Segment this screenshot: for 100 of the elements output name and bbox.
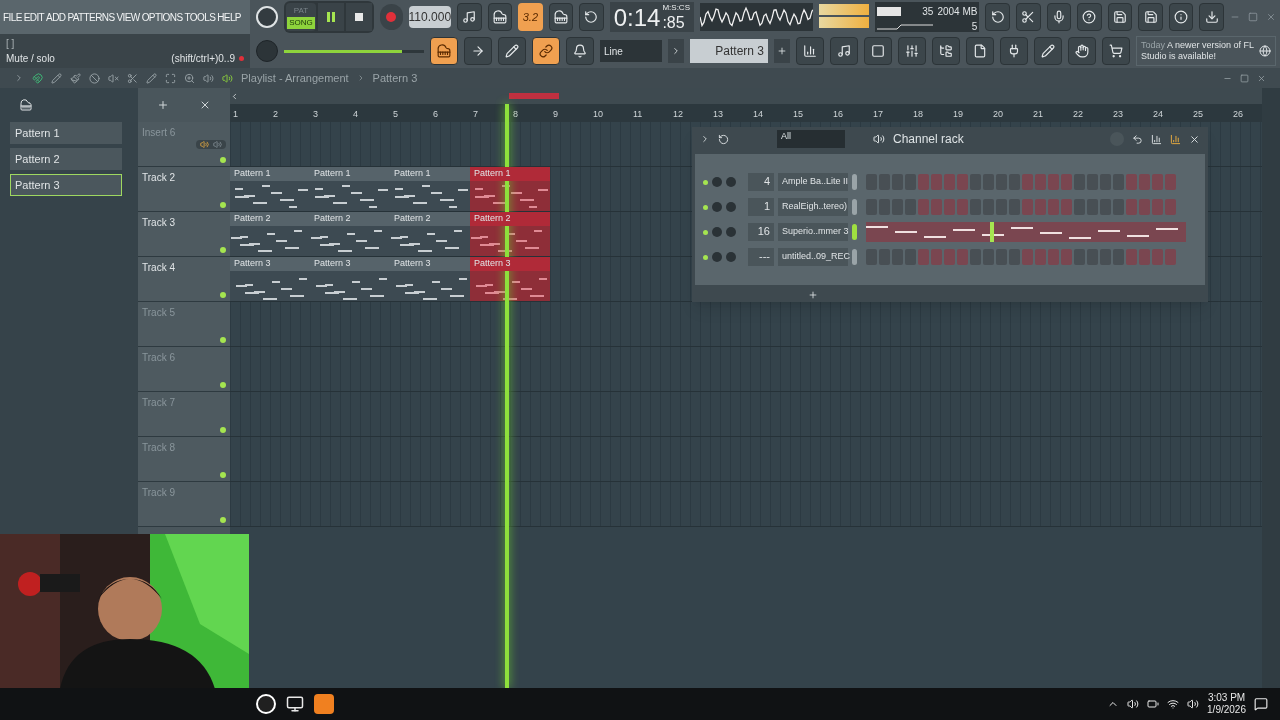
menu-item[interactable]: TOOLS (184, 9, 216, 25)
channel-button[interactable]: RealEigh..tereo) (778, 198, 848, 216)
pattern-clip[interactable]: Pattern 3 (310, 257, 390, 301)
network-icon[interactable] (1167, 698, 1180, 710)
stop-button[interactable] (346, 3, 372, 31)
pitch-knob-icon[interactable] (256, 40, 278, 62)
menu-item[interactable]: EDIT (23, 9, 45, 25)
pattern-clip[interactable]: Pattern 1 (310, 167, 390, 211)
menu-item[interactable]: HELP (217, 9, 241, 25)
close-icon[interactable] (1257, 73, 1266, 83)
hand-button[interactable] (1068, 37, 1096, 65)
pattern-clip[interactable]: Pattern 1 (470, 167, 550, 211)
track-led-icon[interactable] (220, 202, 226, 208)
channel-led-icon[interactable] (703, 179, 708, 185)
notification-icon[interactable] (1254, 697, 1268, 711)
pattern-clip[interactable]: Pattern 3 (390, 257, 470, 301)
channel-select-indicator[interactable] (852, 249, 857, 265)
pattern-item[interactable]: Pattern 3 (10, 174, 122, 196)
volume-knob-icon[interactable] (726, 202, 736, 212)
track-led-icon[interactable] (220, 517, 226, 523)
pan-knob-icon[interactable] (712, 227, 722, 237)
close-icon[interactable] (1189, 133, 1200, 145)
tempo-field[interactable]: 110.000 (408, 6, 452, 28)
typing-keyboard-button[interactable] (430, 37, 458, 65)
pattern-clip[interactable]: Pattern 1 (230, 167, 310, 211)
cart-button[interactable] (1102, 37, 1130, 65)
microphone-button[interactable] (1046, 3, 1072, 31)
browser-button[interactable] (932, 37, 960, 65)
globe-icon[interactable] (1259, 45, 1271, 57)
add-track-icon[interactable] (157, 99, 169, 111)
pattern-clip[interactable]: Pattern 3 (470, 257, 550, 301)
add-channel-icon[interactable] (808, 290, 818, 300)
scrollbar[interactable] (1262, 88, 1280, 688)
pattern-clip[interactable]: Pattern 2 (470, 212, 550, 256)
pattern-song-toggle[interactable]: PAT SONG (286, 3, 316, 31)
menu-item[interactable]: PATTERNS (67, 9, 115, 25)
mixer-track-field[interactable]: 4 (748, 173, 774, 191)
track-header[interactable]: Track 2 (138, 167, 230, 212)
track-led-icon[interactable] (220, 337, 226, 343)
pan-knob-icon[interactable] (712, 252, 722, 262)
paint-icon[interactable] (70, 72, 81, 84)
zoom-icon[interactable] (184, 72, 195, 84)
slice-icon[interactable] (127, 72, 138, 84)
playlist-button[interactable] (796, 37, 824, 65)
arrow-button[interactable] (464, 37, 492, 65)
track-led-icon[interactable] (220, 427, 226, 433)
undo-button[interactable] (985, 3, 1010, 31)
download-button[interactable] (1199, 3, 1225, 31)
info-button[interactable] (1168, 3, 1194, 31)
track-header[interactable]: Track 3 (138, 212, 230, 257)
help-button[interactable] (1077, 3, 1102, 31)
mixer-track-field[interactable]: 16 (748, 223, 774, 241)
channel-button[interactable]: Ample Ba..Lite II (778, 173, 848, 191)
delete-icon[interactable] (89, 72, 100, 84)
channel-select-indicator[interactable] (852, 224, 857, 240)
channel-led-icon[interactable] (703, 254, 708, 260)
track-header[interactable]: Track 4 (138, 257, 230, 302)
undo-icon[interactable] (1132, 133, 1143, 145)
loop-record-button[interactable] (579, 3, 604, 31)
link-button[interactable] (532, 37, 560, 65)
pattern-clip[interactable]: Pattern 2 (230, 212, 310, 256)
pattern-clip[interactable]: Pattern 1 (390, 167, 470, 211)
mixer-track-field[interactable]: --- (748, 248, 774, 266)
play-pattern-button[interactable] (668, 39, 684, 63)
maximize-icon[interactable] (1240, 73, 1249, 83)
channel-rack-button[interactable] (864, 37, 892, 65)
volume-knob-icon[interactable] (726, 177, 736, 187)
mixer-track-field[interactable]: 1 (748, 198, 774, 216)
record-button[interactable] (380, 4, 403, 30)
battery-icon[interactable] (1147, 698, 1160, 710)
plugin-button[interactable] (1000, 37, 1028, 65)
track-led-icon[interactable] (220, 472, 226, 478)
channel-button[interactable]: Superio..mmer 3 (778, 223, 848, 241)
bell-button[interactable] (566, 37, 594, 65)
add-pattern-button[interactable] (774, 39, 790, 63)
channel-led-icon[interactable] (703, 204, 708, 210)
pattern-item[interactable]: Pattern 1 (10, 122, 122, 144)
menu-item[interactable]: ADD (46, 9, 66, 25)
knob-icon[interactable] (256, 6, 278, 28)
pan-knob-icon[interactable] (712, 202, 722, 212)
snap-dropdown[interactable]: Line (600, 40, 662, 62)
volume-knob-icon[interactable] (726, 227, 736, 237)
scroll-left-icon[interactable] (230, 91, 239, 101)
graph-icon[interactable] (1151, 133, 1162, 145)
speaker-icon[interactable] (1187, 698, 1200, 710)
pattern-clip[interactable]: Pattern 2 (310, 212, 390, 256)
expand-icon[interactable] (14, 73, 24, 83)
pan-knob-icon[interactable] (712, 177, 722, 187)
pattern-selector[interactable]: Pattern 3 (690, 39, 768, 63)
piano-plus-button[interactable] (548, 3, 574, 31)
track-led-icon[interactable] (220, 157, 226, 163)
file-button[interactable] (966, 37, 994, 65)
step-sequencer-icon[interactable] (1170, 133, 1181, 145)
channel-button[interactable]: untitled..09_REC (778, 248, 848, 266)
magnet-icon[interactable] (32, 72, 43, 84)
track-led-icon[interactable] (220, 292, 226, 298)
volume-knob-icon[interactable] (726, 252, 736, 262)
scissors-button[interactable] (1016, 3, 1041, 31)
piano-icon[interactable] (20, 99, 32, 111)
piano-roll-button[interactable] (830, 37, 858, 65)
